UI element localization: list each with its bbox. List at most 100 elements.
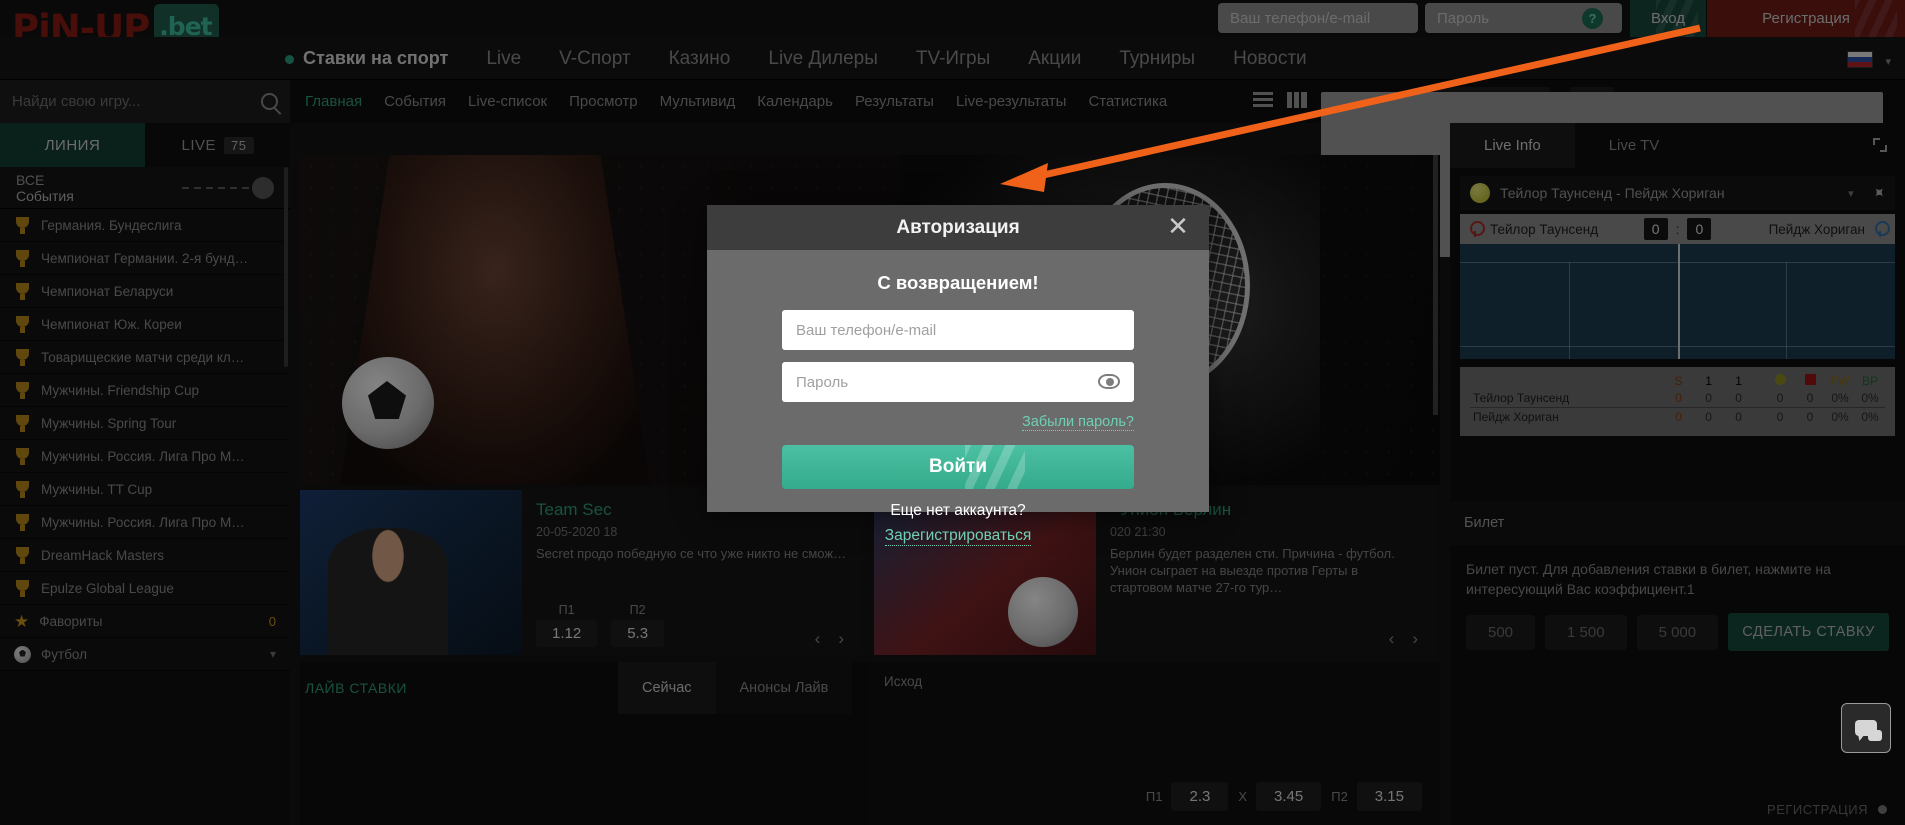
subnav-item-calendar[interactable]: Календарь — [757, 93, 833, 110]
bet-amount-chips: 500 1 500 5 000 СДЕЛАТЬ СТАВКУ — [1450, 613, 1905, 651]
nav-item-sports[interactable]: Ставки на спорт — [285, 48, 448, 69]
sidebar-league-item[interactable]: Германия. Бундеслига — [0, 209, 290, 242]
nav-item-live-dealers[interactable]: Live Дилеры — [768, 48, 878, 70]
close-icon[interactable]: ✕ — [1165, 214, 1191, 240]
chip-500[interactable]: 500 — [1466, 614, 1536, 650]
subnav-item-statistics[interactable]: Статистика — [1088, 93, 1167, 110]
modal-phone-input[interactable] — [782, 310, 1134, 350]
sidebar-league-item[interactable]: Epulze Global League — [0, 572, 290, 605]
make-bet-button[interactable]: СДЕЛАТЬ СТАВКУ — [1728, 613, 1889, 651]
next-arrow-icon[interactable]: › — [832, 629, 850, 649]
subnav-item-events[interactable]: События — [384, 93, 446, 110]
sidebar-league-item[interactable]: Чемпионат Юж. Кореи — [0, 308, 290, 341]
next-arrow-icon[interactable]: › — [1406, 629, 1424, 649]
match-selector[interactable]: Тейлор Таунсенд - Пейдж Хориган ▾ ✦ — [1460, 176, 1895, 210]
modal-register-link[interactable]: Зарегистрироваться — [884, 527, 1032, 546]
card-odd[interactable]: П1 1.12 — [536, 603, 598, 647]
card-odd[interactable]: П2 5.3 — [611, 603, 665, 647]
sidebar-league-item[interactable]: DreamHack Masters — [0, 539, 290, 572]
sidebar-scrollbar[interactable] — [284, 167, 288, 367]
stats-bp: 0% — [1855, 389, 1885, 408]
subnav-item-live-results[interactable]: Live-результаты — [956, 93, 1067, 110]
tab-now[interactable]: Сейчас — [618, 662, 716, 714]
odd-value[interactable]: 3.15 — [1356, 782, 1422, 811]
chevron-down-icon[interactable]: ▾ — [1848, 187, 1854, 200]
modal-header: Авторизация ✕ — [707, 205, 1209, 250]
game-search-box[interactable] — [0, 80, 290, 123]
nav-item-promos[interactable]: Акции — [1028, 48, 1081, 70]
live-bets-left: ЛАЙВ СТАВКИ Сейчас Анонсы Лайв — [300, 662, 860, 717]
search-input[interactable] — [12, 93, 261, 110]
modal-password-input[interactable] — [782, 362, 1134, 402]
expand-icon[interactable] — [1871, 136, 1889, 154]
center-scrollbar[interactable] — [1433, 155, 1438, 415]
sidebar-league-item[interactable]: Чемпионат Беларуси — [0, 275, 290, 308]
help-icon[interactable]: ? — [1582, 8, 1603, 29]
nav-item-news[interactable]: Новости — [1233, 48, 1307, 70]
chip-1500[interactable]: 1 500 — [1545, 614, 1627, 650]
search-icon[interactable] — [261, 93, 278, 110]
tab-live-info[interactable]: Live Info — [1450, 123, 1575, 168]
outcome-odd[interactable]: X 3.45 — [1238, 782, 1322, 811]
outcome-odd[interactable]: П2 3.15 — [1331, 782, 1422, 811]
all-events-toggle-row[interactable]: ВСЕ События — [0, 167, 290, 209]
sidebar-item-football[interactable]: Футбол ▾ — [0, 638, 290, 671]
league-label: Товарищеские матчи среди кл… — [41, 349, 245, 365]
subnav-item-view[interactable]: Просмотр — [569, 93, 638, 110]
sidebar-league-item[interactable]: Чемпионат Германии. 2-я бунд… — [0, 242, 290, 275]
header-register-button[interactable]: Регистрация — [1707, 0, 1905, 37]
main-navigation: Ставки на спорт Live V-Спорт Казино Live… — [0, 37, 1905, 80]
sidebar-league-item[interactable]: Мужчины. Spring Tour — [0, 407, 290, 440]
sidebar-league-item[interactable]: Мужчины. Friendship Cup — [0, 374, 290, 407]
nav-item-casino[interactable]: Казино — [669, 48, 731, 70]
stats-yellow: 0 — [1765, 389, 1795, 408]
odd-value[interactable]: 3.45 — [1256, 782, 1322, 811]
outcome-odd[interactable]: П1 2.3 — [1146, 782, 1229, 811]
sidebar-league-item[interactable]: Мужчины. TT Cup — [0, 473, 290, 506]
prev-arrow-icon[interactable]: ‹ — [809, 629, 827, 649]
registration-footer[interactable]: РЕГИСТРАЦИЯ — [1767, 802, 1887, 817]
trophy-icon — [14, 381, 31, 399]
chevron-down-icon[interactable]: ▾ — [1885, 55, 1891, 68]
eye-icon[interactable] — [1098, 374, 1120, 389]
pin-icon[interactable]: ✦ — [1866, 181, 1890, 205]
odd-value[interactable]: 2.3 — [1171, 782, 1229, 811]
sidebar-league-item[interactable]: Мужчины. Россия. Лига Про М… — [0, 506, 290, 539]
score-player1: 0 — [1643, 218, 1668, 240]
prev-arrow-icon[interactable]: ‹ — [1383, 629, 1401, 649]
nav-item-vsport[interactable]: V-Спорт — [559, 48, 630, 70]
subnav-item-results[interactable]: Результаты — [855, 93, 934, 110]
column-view-icon[interactable] — [1287, 92, 1307, 108]
list-view-icon[interactable] — [1253, 92, 1273, 108]
odd-value[interactable]: 5.3 — [611, 620, 665, 647]
subnav-item-multiview[interactable]: Мультивид — [660, 93, 736, 110]
chip-5000[interactable]: 5 000 — [1636, 614, 1719, 650]
nav-item-live[interactable]: Live — [486, 48, 521, 70]
header-phone-input[interactable] — [1218, 3, 1418, 33]
sidebar-tab-line[interactable]: ЛИНИЯ — [0, 123, 145, 167]
stats-col-g1: 1 — [1705, 374, 1712, 388]
modal-submit-button[interactable]: Войти — [782, 445, 1134, 489]
chevron-down-icon[interactable]: ▾ — [270, 647, 276, 661]
odd-value[interactable]: 1.12 — [536, 620, 598, 647]
forgot-password-link[interactable]: Забыли пароль? — [1022, 414, 1134, 431]
header-login-button[interactable]: Вход — [1630, 0, 1706, 37]
favorites-label: Фавориты — [39, 613, 103, 629]
sidebar-league-item[interactable]: Товарищеские матчи среди кл… — [0, 341, 290, 374]
subnav-item-live-list[interactable]: Live-список — [468, 93, 547, 110]
sidebar-league-item[interactable]: Мужчины. Россия. Лига Про М… — [0, 440, 290, 473]
stats-player-name: Тейлор Таунсенд — [1470, 389, 1664, 408]
subnav-item-home[interactable]: Главная — [305, 93, 362, 110]
sidebar-tab-live[interactable]: LIVE 75 — [145, 123, 290, 167]
chat-button[interactable] — [1841, 703, 1891, 753]
language-flag-icon[interactable] — [1847, 51, 1873, 68]
stats-g2: 0 — [1735, 410, 1742, 424]
app-root: PiN-UP.bet ? Вход Регистрация Ставки на … — [0, 0, 1905, 825]
tab-live-tv[interactable]: Live TV — [1575, 123, 1694, 168]
sidebar-item-favorites[interactable]: ★ Фавориты 0 — [0, 605, 290, 638]
switch-knob[interactable] — [252, 176, 274, 199]
all-events-switch[interactable] — [182, 176, 274, 199]
nav-item-tv-games[interactable]: TV-Игры — [916, 48, 990, 70]
tab-live-announcements[interactable]: Анонсы Лайв — [715, 662, 853, 714]
nav-item-tournaments[interactable]: Турниры — [1119, 48, 1195, 70]
